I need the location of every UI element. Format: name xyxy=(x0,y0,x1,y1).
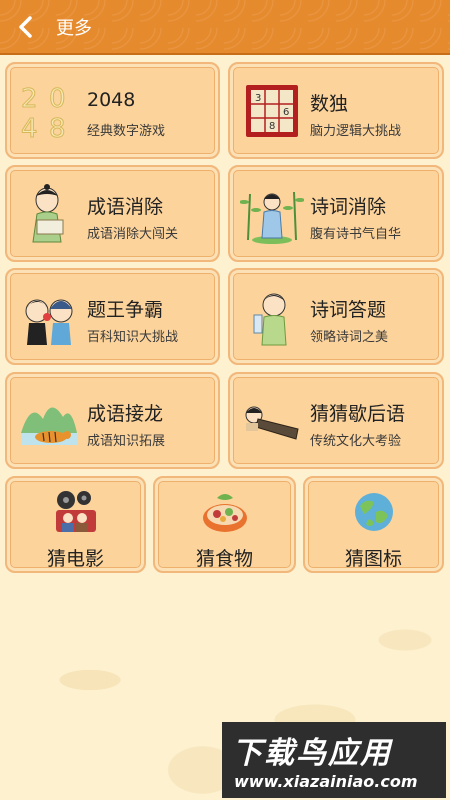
game-card-quiz-king[interactable]: 题王争霸 百科知识大挑战 xyxy=(5,268,220,365)
game-subtitle: 传统文化大考验 xyxy=(310,434,402,449)
watermark-url: www.xiazainiao.com xyxy=(234,772,418,791)
film-icon xyxy=(55,491,96,532)
food-icon xyxy=(202,494,247,532)
game-subtitle: 脑力逻辑大挑战 xyxy=(310,124,402,139)
two-kids-icon xyxy=(25,299,73,345)
game-title: 成语消除 xyxy=(87,196,164,218)
game-subtitle: 领略诗词之美 xyxy=(310,330,389,345)
game-title: 数独 xyxy=(310,93,349,115)
game-title: 猜图标 xyxy=(344,548,402,570)
game-card-sudoku[interactable]: 3 6 8 数独 脑力逻辑大挑战 xyxy=(228,62,444,159)
game-card-poem-elimination[interactable]: 诗词消除 腹有诗书气自华 xyxy=(228,165,444,262)
sudoku-icon: 3 6 8 xyxy=(246,84,298,137)
game-card-xiehouyu[interactable]: 猜猜歇后语 传统文化大考验 xyxy=(228,372,444,469)
svg-text:2: 2 xyxy=(21,84,38,114)
svg-text:8: 8 xyxy=(269,121,275,132)
reading-boy-icon xyxy=(253,293,287,345)
game-title: 成语接龙 xyxy=(87,403,164,425)
game-subtitle: 经典数字游戏 xyxy=(87,124,166,139)
svg-text:8: 8 xyxy=(49,114,66,143)
game-title: 猜食物 xyxy=(195,548,253,570)
svg-text:3: 3 xyxy=(255,93,261,104)
watermark-brand: 下载鸟应用 xyxy=(232,736,392,771)
top-bar: 更多 xyxy=(0,0,450,55)
game-title: 题王争霸 xyxy=(87,299,164,321)
scholar-boy-icon xyxy=(32,183,64,242)
game-card-poem-quiz[interactable]: 诗词答题 领略诗词之美 xyxy=(228,268,444,365)
2048-icon: 2 0 4 8 xyxy=(21,83,67,143)
lying-man-icon xyxy=(245,406,299,440)
game-card-guess-food[interactable]: 猜食物 xyxy=(153,476,296,573)
game-subtitle: 成语知识拓展 xyxy=(87,434,166,449)
back-button[interactable] xyxy=(0,0,50,54)
tiger-landscape-icon xyxy=(21,406,77,445)
svg-text:0: 0 xyxy=(49,84,66,114)
game-subtitle: 腹有诗书气自华 xyxy=(310,227,402,242)
game-subtitle: 成语消除大闯关 xyxy=(87,227,179,242)
game-title: 诗词答题 xyxy=(310,299,387,321)
globe-icon xyxy=(354,493,393,531)
game-card-idiom-elimination[interactable]: 成语消除 成语消除大闯关 xyxy=(5,165,220,262)
game-card-idiom-chain[interactable]: 成语接龙 成语知识拓展 xyxy=(5,372,220,469)
game-title: 猜猜歇后语 xyxy=(310,403,406,425)
svg-text:6: 6 xyxy=(283,107,289,118)
game-title: 猜电影 xyxy=(46,548,104,570)
svg-text:4: 4 xyxy=(21,114,38,143)
game-card-guess-movie[interactable]: 猜电影 xyxy=(5,476,146,573)
watermark: 下载鸟应用 www.xiazainiao.com xyxy=(222,722,446,798)
game-subtitle: 百科知识大挑战 xyxy=(87,330,179,345)
back-arrow-icon xyxy=(19,15,32,38)
poet-bamboo-icon xyxy=(240,191,304,244)
game-card-2048[interactable]: 2 0 4 8 2048 经典数字游戏 xyxy=(5,62,220,159)
game-title: 2048 xyxy=(87,89,136,111)
game-title: 诗词消除 xyxy=(310,196,387,218)
game-card-guess-icon[interactable]: 猜图标 xyxy=(303,476,444,573)
page-title: 更多 xyxy=(56,17,92,39)
